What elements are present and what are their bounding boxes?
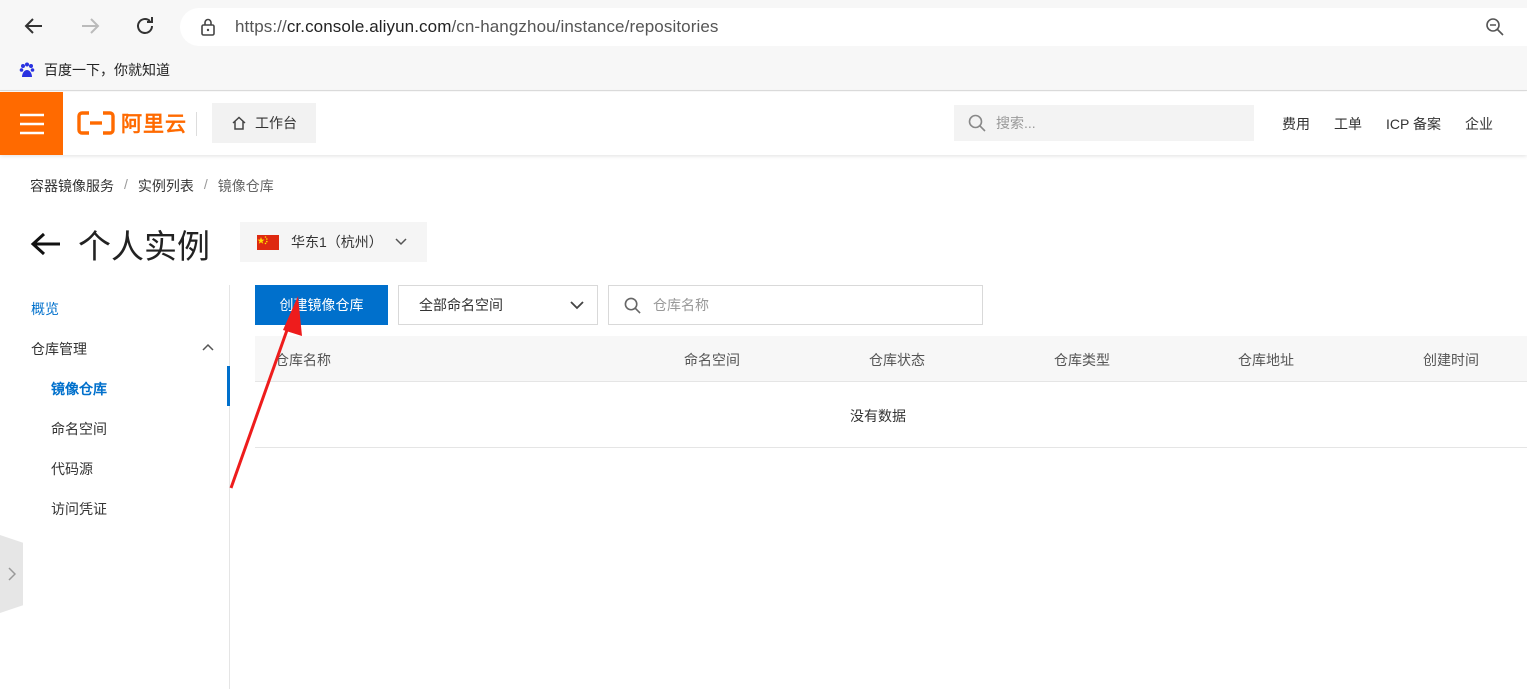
hamburger-icon [19, 113, 44, 134]
col-namespace: 命名空间 [684, 352, 740, 368]
arrow-left-icon [24, 18, 42, 34]
reload-button[interactable] [129, 10, 161, 42]
chevron-down-icon [570, 301, 584, 310]
link-billing[interactable]: 费用 [1282, 114, 1310, 134]
sidebar-item-code-source[interactable]: 代码源 [51, 459, 93, 479]
col-address: 仓库地址 [1238, 352, 1294, 368]
empty-text: 没有数据 [850, 408, 906, 424]
namespace-select[interactable]: 全部命名空间 [398, 285, 598, 325]
region-selector[interactable]: 华东1（杭州） [240, 222, 427, 262]
bookmark-baidu[interactable]: 百度一下，你就知道 [18, 60, 170, 80]
console-topnav: 阿里云 工作台 费用 工单 ICP 备案 企业 [0, 92, 1527, 155]
reload-icon [137, 17, 153, 34]
forward-button[interactable] [74, 10, 106, 42]
chevron-down-icon [395, 238, 407, 246]
logo-text: 阿里云 [121, 113, 187, 136]
sidebar-active-indicator [227, 366, 230, 406]
divider [196, 112, 197, 136]
sidebar-item-image-repos[interactable]: 镜像仓库 [51, 379, 107, 399]
breadcrumb-cr-service[interactable]: 容器镜像服务 [30, 176, 114, 196]
sidebar-collapse-toggle[interactable] [0, 535, 23, 613]
table-header: 仓库名称 命名空间 仓库状态 仓库类型 仓库地址 创建时间 [255, 336, 1527, 382]
link-enterprise[interactable]: 企业 [1465, 114, 1493, 134]
col-repo-name: 仓库名称 [275, 352, 331, 368]
table-empty-row: 没有数据 [255, 382, 1527, 448]
home-icon [232, 116, 246, 130]
sidebar-group-label: 仓库管理 [31, 341, 87, 357]
sidebar-item-namespaces[interactable]: 命名空间 [51, 419, 107, 439]
region-label: 华东1（杭州） [291, 234, 383, 250]
col-type: 仓库类型 [1054, 352, 1110, 368]
china-flag-icon [257, 234, 279, 250]
back-button[interactable] [18, 10, 50, 42]
aliyun-logo[interactable]: 阿里云 [77, 108, 187, 138]
sidebar-item-credentials[interactable]: 访问凭证 [51, 499, 107, 519]
page-header: 个人实例 [30, 220, 210, 268]
global-search-input[interactable] [996, 115, 1226, 131]
chevron-up-icon [202, 343, 214, 351]
breadcrumb-instance-list[interactable]: 实例列表 [138, 176, 194, 196]
col-status: 仓库状态 [869, 352, 925, 368]
global-search[interactable] [954, 105, 1254, 141]
arrow-right-icon [82, 18, 100, 34]
workbench-button[interactable]: 工作台 [212, 103, 316, 143]
breadcrumb: 容器镜像服务 / 实例列表 / 镜像仓库 [30, 176, 274, 196]
address-bar[interactable]: https://cr.console.aliyun.com/cn-hangzho… [180, 8, 1527, 46]
zoom-icon[interactable] [1485, 17, 1505, 37]
page-title: 个人实例 [78, 227, 210, 266]
top-links: 费用 工单 ICP 备案 企业 [1282, 92, 1493, 155]
baidu-paw-icon [19, 62, 35, 77]
bookmarks-bar: 百度一下，你就知道 [0, 53, 1527, 91]
bookmark-label: 百度一下，你就知道 [44, 62, 170, 78]
link-tickets[interactable]: 工单 [1334, 114, 1362, 134]
menu-button[interactable] [0, 92, 63, 155]
lock-icon [201, 18, 215, 36]
breadcrumb-separator: / [124, 176, 128, 192]
breadcrumb-current: 镜像仓库 [217, 178, 274, 194]
sidebar-item-overview[interactable]: 概览 [31, 299, 59, 319]
aliyun-logo-mark [77, 111, 115, 135]
repo-search[interactable] [608, 285, 983, 325]
back-link[interactable] [30, 222, 64, 266]
url-text: https://cr.console.aliyun.com/cn-hangzho… [235, 17, 719, 36]
search-icon [968, 114, 986, 132]
chevron-right-icon [7, 567, 16, 581]
repo-search-input[interactable] [653, 297, 953, 313]
col-created: 创建时间 [1423, 352, 1479, 368]
browser-toolbar: https://cr.console.aliyun.com/cn-hangzho… [0, 0, 1527, 53]
breadcrumb-separator: / [203, 176, 208, 192]
create-repo-button[interactable]: 创建镜像仓库 [255, 285, 388, 325]
arrow-left-icon [30, 232, 60, 256]
workbench-label: 工作台 [255, 115, 297, 131]
link-icp[interactable]: ICP 备案 [1386, 114, 1441, 134]
search-icon [624, 297, 641, 314]
namespace-select-value: 全部命名空间 [419, 297, 503, 313]
